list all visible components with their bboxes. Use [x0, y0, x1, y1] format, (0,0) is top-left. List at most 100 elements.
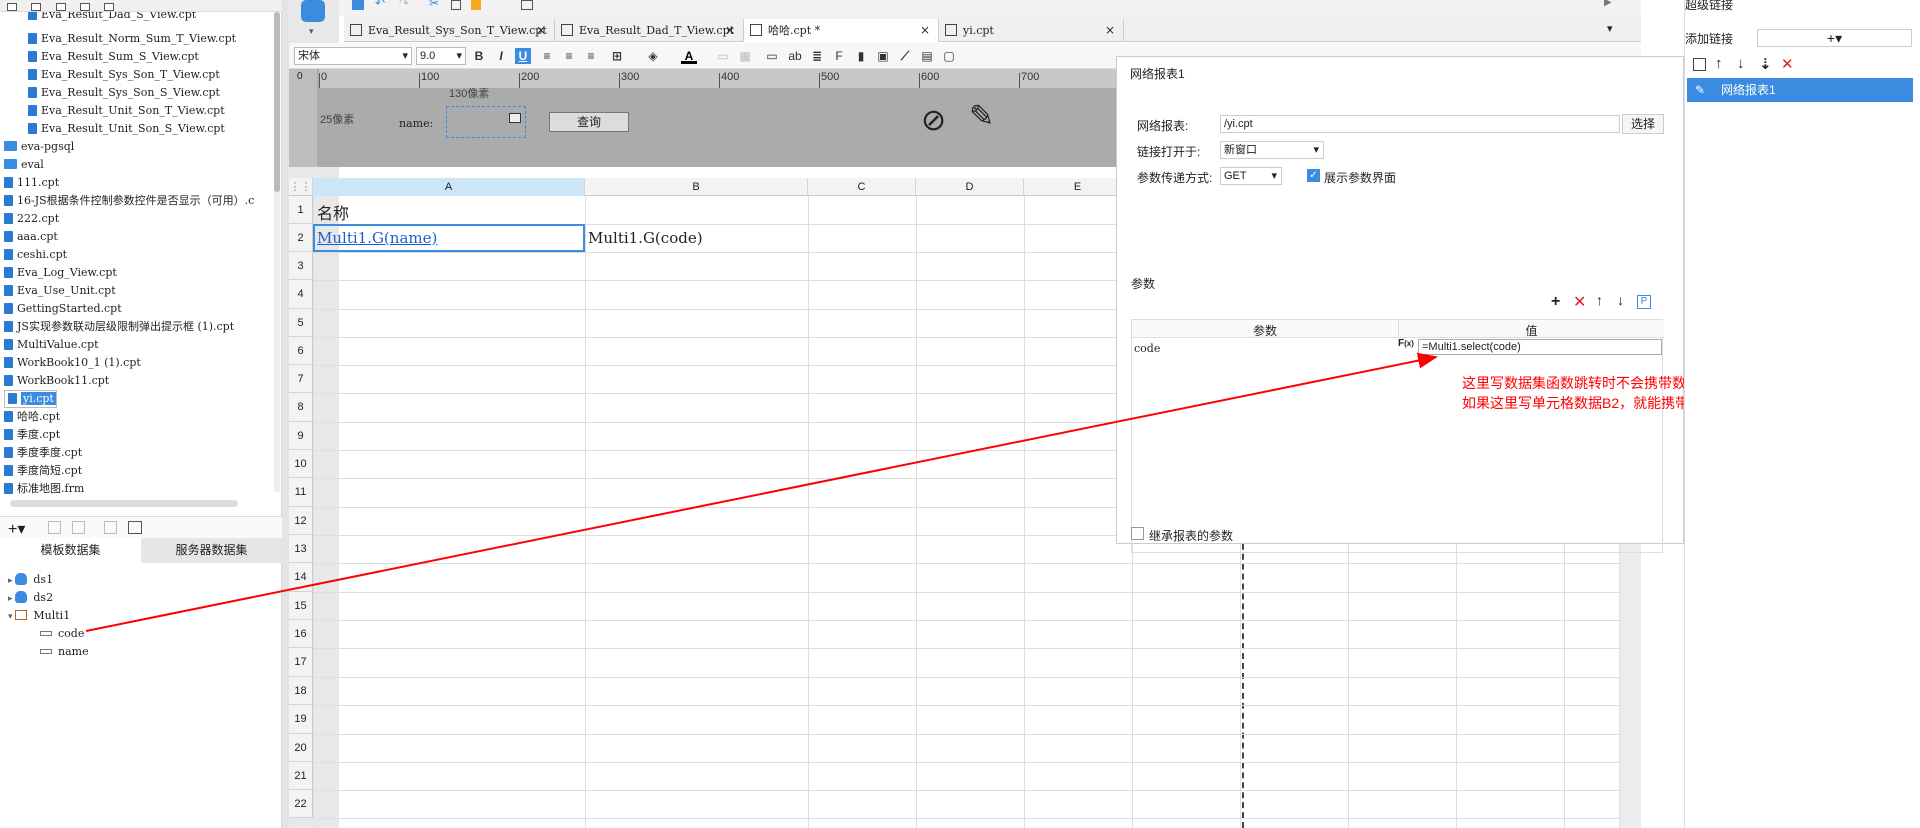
tab-server-dataset[interactable]: 服务器数据集 — [141, 538, 282, 563]
folder-item[interactable]: eva-pgsql — [4, 138, 74, 156]
tab-template[interactable]: 哈哈.cpt * × — [744, 19, 939, 42]
file-tree-scrollbar[interactable] — [274, 12, 280, 492]
show-param-checkbox[interactable]: ✓ — [1307, 169, 1320, 182]
paste-icon[interactable] — [471, 0, 481, 10]
file-item[interactable]: 季度季度.cpt — [4, 444, 82, 462]
report-path-input[interactable]: /yi.cpt — [1220, 115, 1620, 133]
font-size-select[interactable]: 9.0 ▾ — [416, 47, 466, 65]
lock-icon[interactable] — [80, 3, 91, 11]
column-header[interactable]: D — [916, 178, 1024, 196]
chart-icon[interactable]: ▮ — [853, 48, 869, 64]
copy-link-icon[interactable] — [1693, 58, 1706, 71]
sub-report-icon[interactable]: ▤ — [919, 48, 935, 64]
file-copy-icon[interactable] — [55, 3, 66, 11]
row-header[interactable]: 17 — [289, 648, 313, 677]
copy-icon[interactable] — [451, 0, 461, 10]
add-dataset-icon[interactable]: +▾ — [8, 519, 25, 539]
collapse-arrow-icon[interactable]: ▸ — [8, 594, 15, 604]
move-down-icon[interactable]: ↓ — [1737, 55, 1745, 72]
tab-menu-icon[interactable]: ▾ — [1607, 22, 1613, 35]
cut-icon[interactable]: ✂ — [429, 0, 439, 10]
row-header[interactable]: 20 — [289, 734, 313, 762]
row-header[interactable]: 5 — [289, 309, 313, 337]
tab-template[interactable]: Eva_Result_Sys_Son_T_View.cpt × — [344, 19, 555, 42]
file-item[interactable]: 标准地图.frm — [4, 480, 84, 498]
file-tree-hscrollbar[interactable] — [10, 500, 238, 507]
file-item[interactable]: WorkBook10_1 (1).cpt — [4, 354, 141, 372]
edit-param-icon[interactable]: ✎ — [969, 99, 994, 134]
row-header[interactable]: 11 — [289, 478, 313, 507]
edit-dataset-icon[interactable] — [48, 521, 61, 534]
row-header[interactable]: 8 — [289, 393, 313, 422]
dataset-item[interactable]: code — [40, 625, 84, 643]
add-link-dropdown[interactable]: +▾ — [1757, 29, 1912, 47]
file-item[interactable]: Eva_Result_Unit_Son_T_View.cpt — [28, 102, 225, 120]
file-item[interactable]: Eva_Result_Sys_Son_T_View.cpt — [28, 66, 220, 84]
open-in-select[interactable]: 新窗口 ▾ — [1220, 141, 1324, 159]
file-item[interactable]: aaa.cpt — [4, 228, 58, 246]
cell-a2[interactable]: Multi1.G(name) — [317, 229, 437, 247]
file-item[interactable]: Eva_Use_Unit.cpt — [4, 282, 116, 300]
column-header[interactable]: B — [585, 178, 808, 196]
row-header[interactable]: 21 — [289, 762, 313, 790]
more-insert-icon[interactable]: ▢ — [941, 48, 957, 64]
formula-icon[interactable]: F — [831, 48, 847, 64]
preview-dataset-icon[interactable] — [104, 521, 117, 534]
file-item[interactable]: Eva_Result_Unit_Son_S_View.cpt — [28, 120, 225, 138]
row-header[interactable]: 14 — [289, 563, 313, 592]
hide-param-icon[interactable]: ⊘ — [921, 103, 946, 138]
formula-icon[interactable]: F(x) — [1398, 338, 1418, 354]
text-icon[interactable]: ab — [787, 48, 803, 64]
dataset-item[interactable]: ▸ ds2 — [8, 589, 53, 607]
cell-a1[interactable]: 名称 — [317, 200, 349, 224]
tab-template[interactable]: yi.cpt × — [939, 19, 1124, 42]
rich-text-icon[interactable]: ≣ — [809, 48, 825, 64]
row-header[interactable]: 16 — [289, 620, 313, 648]
file-item[interactable]: 季度简短.cpt — [4, 462, 82, 480]
bold-icon[interactable]: B — [471, 48, 487, 64]
file-item[interactable]: 222.cpt — [4, 210, 59, 228]
param-widget-selection[interactable] — [446, 106, 526, 138]
font-color-icon[interactable]: A — [681, 48, 697, 64]
font-family-select[interactable]: 宋体 ▾ — [294, 47, 412, 65]
row-header[interactable]: 6 — [289, 337, 313, 365]
template-icon[interactable] — [301, 0, 325, 22]
file-item[interactable]: 哈哈.cpt — [4, 408, 60, 426]
folder-item[interactable]: eval — [4, 156, 44, 174]
row-header[interactable]: 10 — [289, 450, 313, 478]
refresh-icon[interactable] — [31, 3, 42, 11]
query-button[interactable]: 查询 — [549, 112, 629, 132]
delete-param-icon[interactable]: ✕ — [1573, 292, 1586, 312]
file-item[interactable]: MultiValue.cpt — [4, 336, 99, 354]
merge-cells-icon[interactable]: ▭ — [715, 48, 731, 64]
method-select[interactable]: GET ▾ — [1220, 167, 1282, 185]
split-cells-icon[interactable]: ▦ — [737, 48, 753, 64]
scroll-right-icon[interactable]: ▶ — [1604, 0, 1612, 8]
cell-b2[interactable]: Multi1.G(code) — [588, 229, 703, 247]
redo-icon[interactable]: ↷ — [399, 0, 409, 10]
insert-field-icon[interactable]: ▭ — [764, 48, 780, 64]
column-header[interactable]: C — [808, 178, 916, 196]
close-icon[interactable]: × — [725, 19, 735, 42]
fill-color-icon[interactable]: ◈ — [645, 48, 661, 64]
underline-icon[interactable]: U — [515, 48, 531, 64]
close-icon[interactable]: × — [1105, 19, 1115, 42]
row-header[interactable]: 3 — [289, 252, 313, 280]
row-header[interactable]: 7 — [289, 365, 313, 393]
add-param-icon[interactable]: + — [1551, 293, 1560, 311]
file-item[interactable]: yi.cpt — [4, 390, 57, 408]
file-item[interactable]: WorkBook11.cpt — [4, 372, 109, 390]
sort-icon[interactable]: ⇣ — [1759, 55, 1772, 73]
row-header[interactable]: 2 — [289, 224, 313, 252]
tab-template-dataset[interactable]: 模板数据集 — [0, 538, 141, 563]
italic-icon[interactable]: I — [493, 48, 509, 64]
row-header[interactable]: 13 — [289, 535, 313, 563]
preview-icon[interactable] — [521, 0, 533, 10]
dataset-item[interactable]: ▾ Multi1 — [8, 607, 70, 625]
row-header[interactable]: 4 — [289, 280, 313, 309]
file-item[interactable]: Eva_Result_Dad_S_View.cpt — [28, 12, 196, 24]
choose-button[interactable]: 选择 — [1622, 114, 1664, 134]
param-template-icon[interactable]: P — [1637, 295, 1651, 309]
dataset-settings-icon[interactable] — [128, 521, 142, 534]
file-item[interactable]: 季度.cpt — [4, 426, 60, 444]
